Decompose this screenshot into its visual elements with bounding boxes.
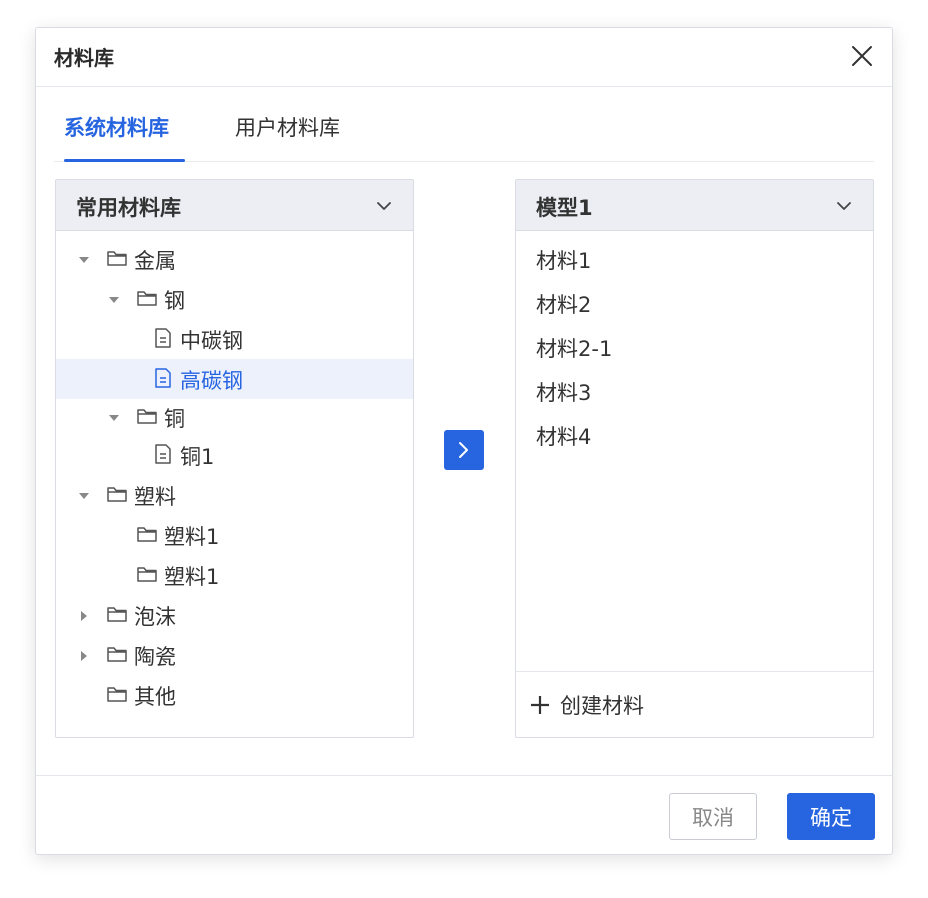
- tree-node-label: 陶瓷: [134, 641, 176, 671]
- file-icon: [152, 327, 174, 349]
- model-material-list: 材料1 材料2 材料2-1 材料3 材料4: [516, 231, 873, 461]
- tree-node-label: 塑料1: [164, 521, 219, 551]
- material-library-dialog: 材料库 系统材料库 用户材料库 常用材料库 金属: [35, 27, 893, 855]
- list-item[interactable]: 材料2-1: [516, 329, 873, 373]
- folder-icon: [136, 405, 158, 427]
- tree-node-metal[interactable]: 金属: [56, 239, 413, 279]
- tree-node-foam[interactable]: 泡沫: [56, 595, 413, 635]
- active-tab-indicator: [64, 159, 185, 162]
- tree-node-plastic-1[interactable]: 塑料1: [56, 515, 413, 555]
- library-select-value: 常用材料库: [76, 192, 181, 222]
- cancel-button[interactable]: 取消: [669, 793, 757, 840]
- folder-icon: [136, 563, 158, 585]
- folder-icon: [136, 523, 158, 545]
- folder-icon: [106, 683, 128, 705]
- chevron-down-icon: [375, 197, 393, 215]
- tab-system-library[interactable]: 系统材料库: [64, 112, 169, 142]
- file-icon: [152, 367, 174, 389]
- tree-node-high-carbon-steel[interactable]: 高碳钢: [56, 359, 413, 399]
- material-tree: 金属 钢 中碳钢 高碳钢 铜: [56, 231, 413, 715]
- tree-node-label: 铜1: [180, 441, 214, 471]
- caret-down-icon[interactable]: [78, 254, 90, 266]
- plus-icon: [530, 695, 550, 715]
- dialog-title: 材料库: [54, 42, 114, 71]
- file-icon: [152, 443, 174, 465]
- caret-down-icon[interactable]: [108, 294, 120, 306]
- folder-icon: [106, 603, 128, 625]
- tree-node-label: 金属: [134, 245, 176, 275]
- chevron-down-icon: [835, 197, 853, 215]
- tree-node-label: 中碳钢: [180, 325, 243, 355]
- model-materials-panel: 模型1 材料1 材料2 材料2-1 材料3 材料4 创建材料: [515, 179, 874, 738]
- tree-node-label: 塑料1: [164, 561, 219, 591]
- tree-node-label: 铜: [164, 403, 185, 433]
- tab-user-library[interactable]: 用户材料库: [235, 112, 340, 142]
- tree-node-steel[interactable]: 钢: [56, 279, 413, 319]
- list-item[interactable]: 材料1: [516, 241, 873, 285]
- close-icon[interactable]: [850, 44, 874, 68]
- tab-bar: 系统材料库 用户材料库: [54, 88, 874, 162]
- tree-node-label: 高碳钢: [180, 365, 243, 395]
- add-to-model-button[interactable]: [444, 430, 484, 470]
- confirm-button[interactable]: 确定: [787, 793, 875, 840]
- caret-down-icon[interactable]: [108, 412, 120, 424]
- tree-node-label: 其他: [134, 681, 176, 711]
- source-library-panel: 常用材料库 金属 钢 中碳钢: [55, 179, 414, 738]
- tree-node-medium-carbon-steel[interactable]: 中碳钢: [56, 319, 413, 359]
- dialog-header: 材料库: [36, 28, 892, 87]
- library-select[interactable]: 常用材料库: [56, 180, 413, 231]
- tree-node-plastic-1[interactable]: 塑料1: [56, 555, 413, 595]
- list-item[interactable]: 材料2: [516, 285, 873, 329]
- tree-node-plastic[interactable]: 塑料: [56, 475, 413, 515]
- folder-icon: [136, 287, 158, 309]
- model-select-value: 模型1: [536, 192, 593, 222]
- folder-icon: [106, 247, 128, 269]
- tree-node-ceramic[interactable]: 陶瓷: [56, 635, 413, 675]
- chevron-right-icon: [455, 440, 473, 460]
- create-material-label: 创建材料: [560, 690, 644, 720]
- tree-node-copper-1[interactable]: 铜1: [56, 435, 413, 475]
- list-item[interactable]: 材料3: [516, 373, 873, 417]
- list-item[interactable]: 材料4: [516, 417, 873, 461]
- tree-node-other[interactable]: 其他: [56, 675, 413, 715]
- caret-right-icon[interactable]: [78, 610, 90, 622]
- dialog-footer: 取消 确定: [36, 775, 892, 855]
- caret-right-icon[interactable]: [78, 650, 90, 662]
- caret-down-icon[interactable]: [78, 490, 90, 502]
- tree-node-copper[interactable]: 铜: [56, 399, 413, 435]
- model-select[interactable]: 模型1: [516, 180, 873, 231]
- folder-icon: [106, 483, 128, 505]
- tree-node-label: 泡沫: [134, 601, 176, 631]
- tree-node-label: 塑料: [134, 481, 176, 511]
- folder-icon: [106, 643, 128, 665]
- model-panel-footer: 创建材料: [516, 671, 873, 737]
- tree-node-label: 钢: [164, 285, 185, 315]
